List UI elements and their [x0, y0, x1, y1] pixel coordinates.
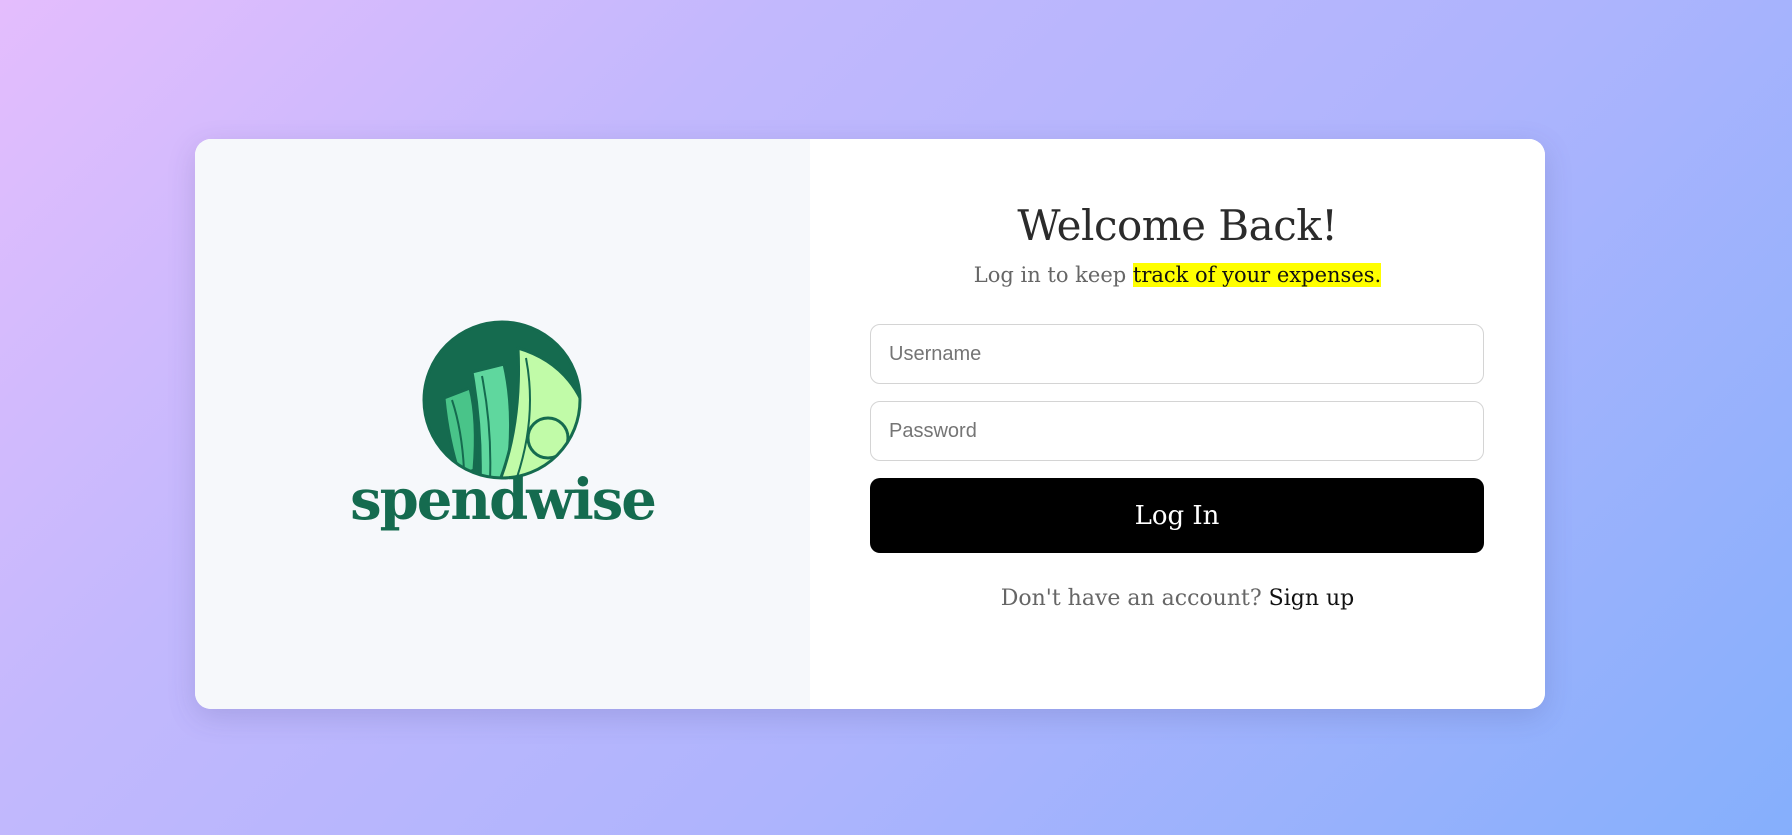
login-button[interactable]: Log In [870, 478, 1484, 553]
password-input[interactable] [870, 401, 1484, 461]
subtitle-highlight: track of your expenses. [1132, 263, 1382, 287]
login-form-panel: Welcome Back! Log in to keep track of yo… [810, 139, 1545, 709]
brand-wordmark: spendwise [350, 467, 657, 533]
page-subtitle: Log in to keep track of your expenses. [810, 261, 1545, 290]
subtitle-prefix: Log in to keep [973, 263, 1133, 287]
signup-link[interactable]: Sign up [1269, 586, 1355, 611]
signup-prompt-text: Don't have an account? [1000, 586, 1269, 611]
brand-panel: spendwise [195, 139, 810, 709]
username-input[interactable] [870, 324, 1484, 384]
login-card: spendwise Welcome Back! Log in to keep t… [195, 139, 1545, 709]
money-bills-icon [422, 320, 582, 480]
page-title: Welcome Back! [1017, 201, 1338, 250]
signup-prompt: Don't have an account? Sign up [810, 584, 1545, 615]
